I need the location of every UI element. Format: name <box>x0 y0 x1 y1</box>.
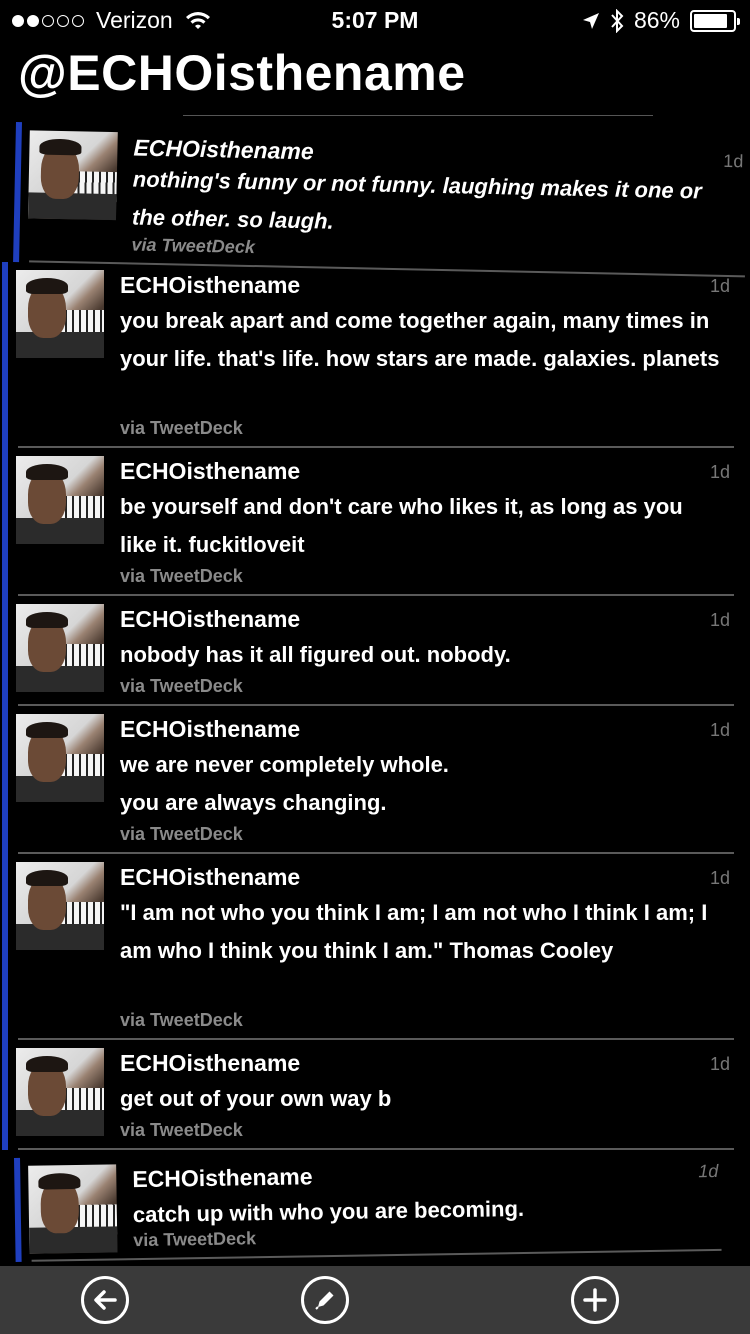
tweet-author[interactable]: ECHOisthename <box>120 716 300 743</box>
tweet-text: catch up with who you are becoming. <box>132 1195 525 1228</box>
tweet-text: "I am not who you think I am; I am not w… <box>120 900 708 963</box>
tweet-item[interactable]: ECHOisthename 1d you break apart and com… <box>0 262 736 448</box>
tweet-text: we are never completely whole. you are a… <box>120 752 449 815</box>
pencil-icon <box>315 1291 334 1310</box>
tweet-item[interactable]: ECHOisthename 1d catch up with who you a… <box>12 1147 726 1262</box>
tweet-accent-bar <box>2 854 8 1040</box>
battery-percent: 86% <box>633 7 680 33</box>
tweet-age: 1d <box>698 1160 719 1182</box>
tweet-item[interactable]: ECHOisthename 1d nobody has it all figur… <box>0 596 736 706</box>
tweet-accent-bar <box>13 122 22 263</box>
avatar[interactable] <box>16 604 104 692</box>
app-screen: Verizon 5:07 PM 86% @ECHOisthename ECHOi… <box>0 0 750 1334</box>
tweet-source: via TweetDeck <box>131 234 256 258</box>
avatar[interactable] <box>28 1164 118 1254</box>
tweet-author[interactable]: ECHOisthename <box>120 606 300 633</box>
tweet-age: 1d <box>723 150 744 172</box>
divider <box>183 115 653 116</box>
tweet-author[interactable]: ECHOisthename <box>120 864 300 891</box>
tweet-source: via TweetDeck <box>120 418 243 438</box>
battery-fill <box>694 13 727 28</box>
tweet-author[interactable]: ECHOisthename <box>132 1163 313 1193</box>
tweet-source: via TweetDeck <box>133 1228 257 1251</box>
avatar[interactable] <box>16 862 104 950</box>
tweet-age: 1d <box>709 868 730 888</box>
tweet-age: 1d <box>709 720 730 740</box>
avatar[interactable] <box>16 1048 104 1136</box>
tweet-author[interactable]: ECHOisthename <box>120 458 300 485</box>
tweet-text: be yourself and don't care who likes it,… <box>120 494 683 557</box>
tweet-age: 1d <box>709 610 730 630</box>
tweet-source: via TweetDeck <box>120 1120 243 1140</box>
avatar[interactable] <box>16 270 104 358</box>
tweet-accent-bar <box>2 706 8 854</box>
bottom-toolbar <box>0 1266 750 1334</box>
add-button[interactable] <box>571 1276 619 1324</box>
tweet-source: via TweetDeck <box>120 676 243 696</box>
bluetooth-icon <box>611 8 624 33</box>
tweet-author[interactable]: ECHOisthename <box>120 1050 300 1077</box>
avatar[interactable] <box>16 456 104 544</box>
tweet-item[interactable]: ECHOisthename 1d get out of your own way… <box>0 1040 736 1150</box>
status-bar: Verizon 5:07 PM 86% <box>0 0 750 40</box>
tweet-text: nobody has it all figured out. nobody. <box>120 642 511 667</box>
back-arrow-icon <box>94 1290 117 1310</box>
location-arrow-icon <box>582 12 599 29</box>
tweet-accent-bar <box>13 1157 22 1262</box>
plus-icon <box>583 1288 607 1312</box>
tweet-author[interactable]: ECHOisthename <box>120 272 300 299</box>
tweet-source: via TweetDeck <box>120 1010 243 1030</box>
tweet-age: 1d <box>709 462 730 482</box>
tweet-accent-bar <box>2 448 8 596</box>
tweet-text: get out of your own way b <box>120 1086 392 1111</box>
tweet-item[interactable]: ECHOisthename 1d "I am not who you think… <box>0 854 736 1040</box>
back-button[interactable] <box>81 1276 129 1324</box>
tweet-age: 1d <box>709 276 730 296</box>
tweet-text: you break apart and come together again,… <box>120 308 720 371</box>
compose-button[interactable] <box>301 1276 349 1324</box>
tweet-accent-bar <box>2 262 8 448</box>
tweet-item[interactable]: ECHOisthename 1d we are never completely… <box>0 706 736 854</box>
avatar[interactable] <box>16 714 104 802</box>
avatar[interactable] <box>27 130 118 221</box>
tweet-accent-bar <box>2 1040 8 1150</box>
tweet-source: via TweetDeck <box>120 566 243 586</box>
tweet-item[interactable]: ECHOisthename 1d be yourself and don't c… <box>0 448 736 596</box>
status-right: 86% <box>582 7 740 34</box>
tweet-item[interactable]: ECHOisthename 1d nothing's funny or not … <box>11 122 750 278</box>
page-title: @ECHOisthename <box>18 45 466 101</box>
tweet-source: via TweetDeck <box>120 824 243 844</box>
tweet-age: 1d <box>709 1054 730 1074</box>
tweet-accent-bar <box>2 596 8 706</box>
battery-icon <box>690 9 740 32</box>
